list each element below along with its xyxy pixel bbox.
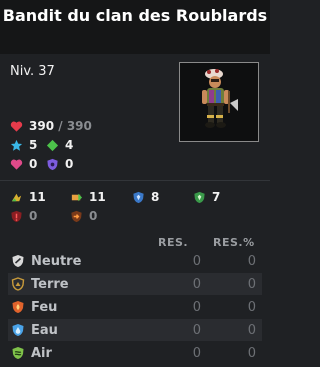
res-row-air: Air 0 0 <box>8 342 262 364</box>
mp-value: 4 <box>65 138 74 152</box>
dodge-mp-icon <box>71 193 83 201</box>
res-name: Feu <box>31 299 58 315</box>
earth-element-icon <box>11 277 25 291</box>
res-name: Terre <box>31 276 69 292</box>
lock-stat: 7 <box>193 190 220 204</box>
dodge-ap-icon <box>11 193 22 201</box>
block-value: 8 <box>151 190 160 204</box>
res-row-neutre: Neutre 0 0 <box>8 250 262 272</box>
block-stat: 8 <box>132 190 159 204</box>
res-row-terre: Terre 0 0 <box>8 273 262 295</box>
heart-icon <box>10 121 23 132</box>
red-shield-icon <box>11 210 22 222</box>
air-element-icon <box>12 347 24 359</box>
dodge-mp-stat: 11 <box>70 190 106 204</box>
pink-heart-icon <box>10 159 23 170</box>
pink-heart-stat: 0 <box>10 157 37 171</box>
hp-max: 390 <box>66 119 92 133</box>
res-name: Air <box>31 345 52 361</box>
pushback-resist-stat: 0 <box>70 209 97 223</box>
green-shield-icon <box>194 191 205 203</box>
res-value: 0 <box>192 253 201 269</box>
crit-resist-stat: 0 <box>10 209 37 223</box>
hp-separator: / <box>54 119 67 133</box>
neutral-element-icon <box>12 255 24 267</box>
hp-current: 390 <box>29 119 55 133</box>
crit-resist-value: 0 <box>29 209 38 223</box>
monster-info-panel: Bandit du clan des Roublards Niv. 37 390… <box>0 0 270 367</box>
res-value: 0 <box>192 345 201 361</box>
ap-value: 5 <box>29 138 38 152</box>
diamond-icon <box>46 139 59 151</box>
res-row-eau: Eau 0 0 <box>8 319 262 341</box>
dodge-ap-value: 11 <box>29 190 46 204</box>
mp-stat: 4 <box>46 138 73 152</box>
hp-stat: 390 / 390 <box>10 119 92 133</box>
blue-shield-icon <box>133 191 144 203</box>
dodge-mp-value: 11 <box>89 190 106 204</box>
ap-stat: 5 <box>10 138 37 152</box>
res-header: RES. <box>158 236 189 249</box>
res-pct-value: 0 <box>247 322 256 338</box>
res-pct-value: 0 <box>247 299 256 315</box>
divider <box>0 180 270 181</box>
pushback-resist-value: 0 <box>89 209 98 223</box>
pink-heart-value: 0 <box>29 157 38 171</box>
shield-stat: 0 <box>46 157 73 171</box>
res-pct-header: RES.% <box>213 236 255 249</box>
res-value: 0 <box>192 322 201 338</box>
shield-value: 0 <box>65 157 74 171</box>
res-name: Neutre <box>31 253 82 269</box>
lock-value: 7 <box>212 190 221 204</box>
star-icon <box>10 139 23 151</box>
res-name: Eau <box>31 322 58 338</box>
monster-portrait <box>179 62 259 142</box>
res-pct-value: 0 <box>247 253 256 269</box>
res-value: 0 <box>192 299 201 315</box>
purple-shield-icon <box>47 158 58 170</box>
dodge-ap-stat: 11 <box>10 190 46 204</box>
monster-sprite <box>202 69 238 128</box>
title-bar: Bandit du clan des Roublards <box>0 0 270 54</box>
pushback-shield-icon <box>71 210 82 222</box>
fire-element-icon <box>12 301 24 313</box>
res-value: 0 <box>192 276 201 292</box>
res-pct-value: 0 <box>247 276 256 292</box>
water-element-icon <box>12 324 24 336</box>
res-row-feu: Feu 0 0 <box>8 296 262 318</box>
monster-name: Bandit du clan des Roublards <box>2 6 268 25</box>
res-pct-value: 0 <box>247 345 256 361</box>
monster-level: Niv. 37 <box>10 64 55 79</box>
